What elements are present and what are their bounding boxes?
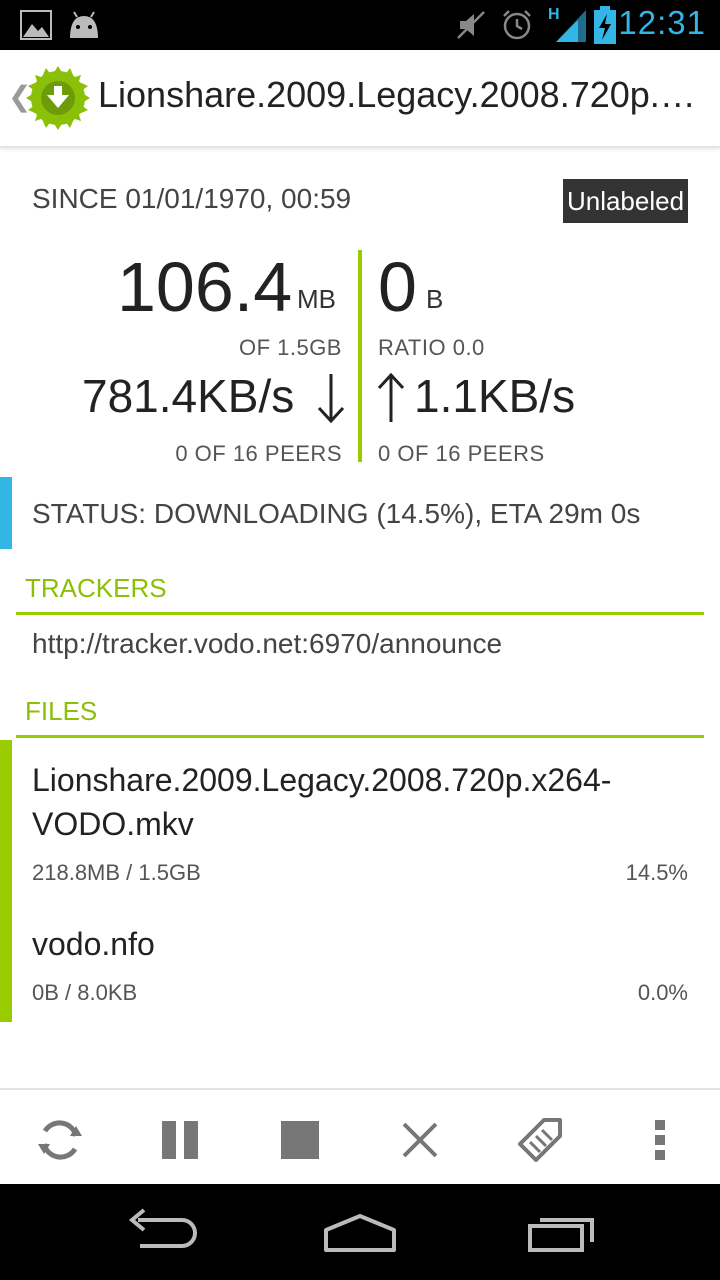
file-name: Lionshare.2009.Legacy.2008.720p.x264-VOD… bbox=[32, 762, 612, 842]
torrent-title: Lionshare.2009.Legacy.2008.720p.x264-VOD… bbox=[98, 74, 708, 115]
downloaded-unit: MB bbox=[297, 284, 336, 314]
files-heading: FILES bbox=[25, 696, 98, 726]
refresh-button[interactable] bbox=[0, 1090, 120, 1186]
back-button[interactable] bbox=[110, 1202, 210, 1262]
file-progress: 0.0% bbox=[637, 980, 688, 1005]
since-date: SINCE 01/01/1970, 00:59 bbox=[32, 183, 352, 214]
label-button[interactable] bbox=[480, 1090, 600, 1186]
home-icon bbox=[324, 1214, 396, 1252]
stop-button[interactable] bbox=[240, 1090, 360, 1186]
mute-icon bbox=[457, 11, 485, 39]
file-progress: 14.5% bbox=[625, 860, 688, 885]
bottom-toolbar bbox=[0, 1088, 720, 1186]
remove-button[interactable] bbox=[360, 1090, 480, 1186]
file-size: 218.8MB / 1.5GB bbox=[32, 860, 201, 885]
files-divider bbox=[16, 735, 704, 738]
file-size: 0B / 8.0KB bbox=[32, 980, 138, 1005]
label-icon bbox=[518, 1118, 562, 1162]
overflow-menu-button[interactable] bbox=[600, 1090, 720, 1186]
android-notification-icon bbox=[70, 11, 98, 38]
label-badge[interactable]: Unlabeled bbox=[563, 179, 688, 223]
upload-speed: 1.1KB/s bbox=[414, 370, 576, 422]
arrow-up-icon bbox=[377, 372, 405, 422]
status-text: STATUS: DOWNLOADING (14.5%), ETA 29m 0s bbox=[32, 498, 641, 529]
refresh-icon bbox=[38, 1120, 82, 1160]
trackers-heading: TRACKERS bbox=[25, 573, 167, 603]
pause-icon bbox=[162, 1121, 198, 1159]
status-accent-bar bbox=[0, 477, 12, 549]
trackers-divider bbox=[16, 612, 704, 615]
ratio: RATIO 0.0 bbox=[378, 335, 485, 360]
stats-divider bbox=[358, 250, 362, 462]
tracker-url[interactable]: http://tracker.vodo.net:6970/announce bbox=[32, 628, 502, 660]
upload-peers: 0 OF 16 PEERS bbox=[378, 441, 545, 466]
uploaded-value: 0 bbox=[378, 248, 417, 326]
download-peers: 0 OF 16 PEERS bbox=[175, 441, 342, 466]
file-name: vodo.nfo bbox=[32, 926, 155, 962]
pause-button[interactable] bbox=[120, 1090, 240, 1186]
back-icon bbox=[128, 1208, 197, 1248]
signal-icon bbox=[556, 10, 586, 42]
battery-charging-icon bbox=[594, 6, 616, 44]
uploaded-unit: B bbox=[426, 284, 444, 314]
download-badge-icon[interactable] bbox=[26, 66, 90, 130]
arrow-down-icon bbox=[317, 374, 345, 424]
home-button[interactable] bbox=[310, 1202, 410, 1262]
action-bar: ❮ Lionshare.2009.Legacy.2008.720p.x264-V… bbox=[0, 50, 720, 148]
navigation-bar bbox=[0, 1184, 720, 1280]
alarm-icon bbox=[503, 10, 531, 40]
stop-icon bbox=[281, 1121, 319, 1159]
download-speed: 781.4KB/s bbox=[82, 370, 295, 422]
status-bar: H 12:31 bbox=[0, 0, 720, 50]
downloaded-value: 106.4 bbox=[117, 248, 293, 326]
clock: 12:31 bbox=[618, 4, 706, 41]
remove-icon bbox=[402, 1122, 438, 1158]
recent-apps-icon bbox=[528, 1218, 594, 1252]
image-notification-icon bbox=[20, 10, 52, 40]
recent-apps-button[interactable] bbox=[510, 1202, 610, 1262]
files-accent-bar bbox=[0, 740, 12, 1022]
downloaded-total: OF 1.5GB bbox=[238, 335, 342, 360]
overflow-menu-icon bbox=[655, 1120, 665, 1160]
